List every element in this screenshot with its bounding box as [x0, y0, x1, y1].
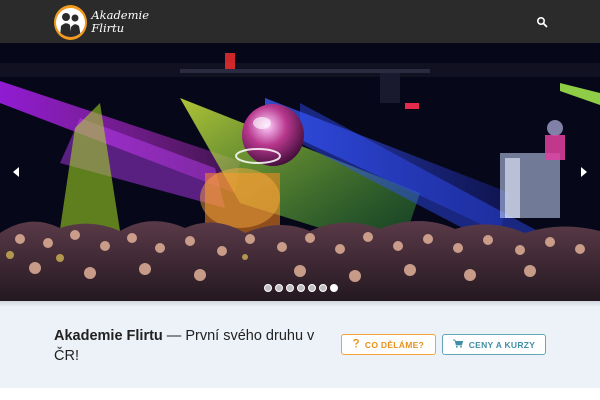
tagline-brand: Akademie Flirtu	[54, 328, 163, 344]
slider-pagination	[264, 284, 338, 292]
site-header: Akademie Flirtu	[0, 0, 600, 43]
slider-dot-active[interactable]	[330, 284, 338, 292]
nightclub-slide-image	[0, 43, 600, 301]
slider-dot[interactable]	[286, 284, 294, 292]
question-icon	[353, 338, 359, 350]
slider-dot[interactable]	[297, 284, 305, 292]
logo-emblem-icon	[54, 4, 88, 40]
page-bottom	[0, 388, 600, 400]
slider-next-button[interactable]	[576, 163, 592, 181]
what-we-do-label: CO DĚLÁME?	[364, 339, 425, 350]
logo-text: Akademie Flirtu	[91, 9, 149, 35]
hero-slider[interactable]	[0, 43, 600, 301]
band-shadow	[0, 301, 600, 307]
slider-dot[interactable]	[275, 284, 283, 292]
cart-icon	[452, 339, 463, 350]
slider-dot[interactable]	[308, 284, 316, 292]
logo-line-2: Flirtu	[91, 21, 125, 35]
logo[interactable]: Akademie Flirtu	[54, 4, 149, 40]
prices-courses-label: CENY A KURZY	[468, 339, 536, 350]
slider-dot[interactable]	[264, 284, 272, 292]
slider-dot[interactable]	[319, 284, 327, 292]
what-we-do-button[interactable]: CO DĚLÁME?	[341, 334, 436, 355]
tagline: Akademie Flirtu — První svého druhu v ČR…	[54, 326, 334, 366]
prices-courses-button[interactable]: CENY A KURZY	[442, 334, 546, 355]
search-icon[interactable]	[536, 15, 548, 28]
chevron-left-icon	[13, 167, 19, 177]
chevron-right-icon	[581, 167, 587, 177]
slider-prev-button[interactable]	[8, 163, 24, 181]
